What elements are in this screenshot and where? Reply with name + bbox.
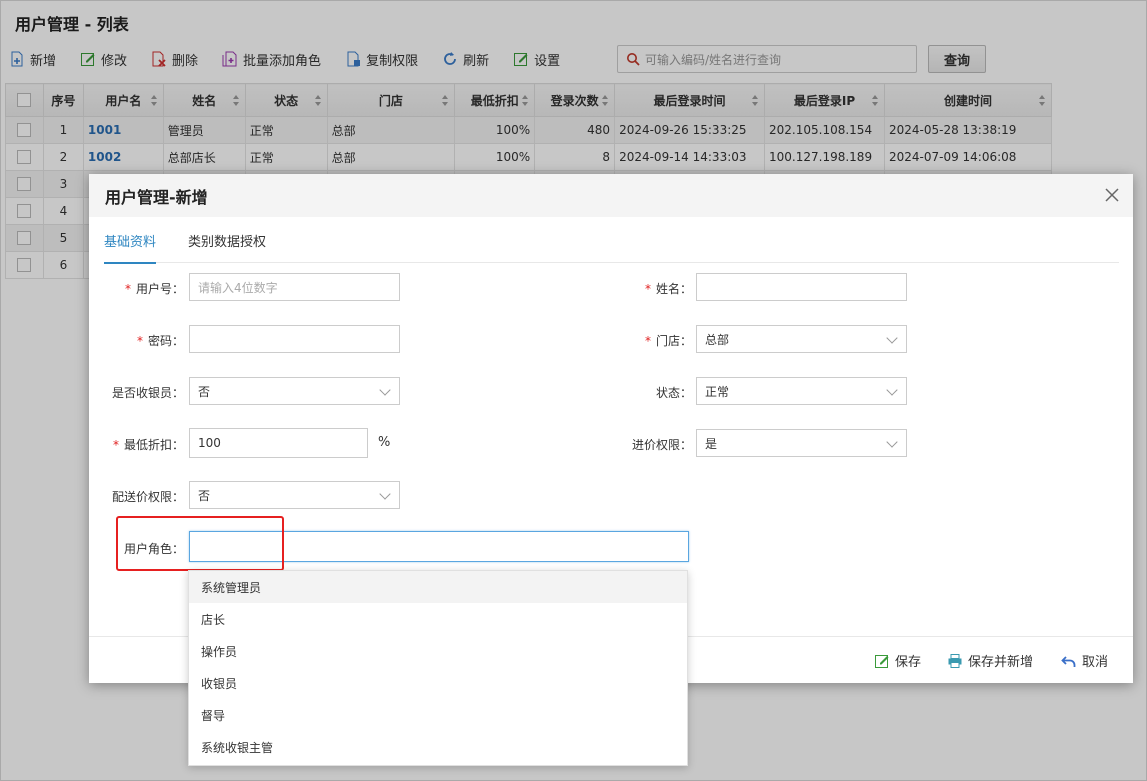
min-discount-label: * 最低折扣： <box>112 438 184 452</box>
dialog-title: 用户管理-新增 <box>105 187 208 207</box>
cancel-button[interactable]: 取消 <box>1061 651 1108 670</box>
save-button[interactable]: 保存 <box>874 651 921 670</box>
undo-icon <box>1061 655 1076 667</box>
role-option-supervisor[interactable]: 督导 <box>189 699 687 731</box>
chevron-down-icon <box>379 384 391 396</box>
password-input[interactable] <box>189 325 400 353</box>
password-label: * 密码： <box>136 334 184 348</box>
tab-basic-info[interactable]: 基础资料 <box>104 217 157 264</box>
status-select[interactable]: 正常 <box>696 377 907 405</box>
store-select[interactable]: 总部 <box>696 325 907 353</box>
role-option-operator[interactable]: 操作员 <box>189 635 687 667</box>
delivery-perm-label: 配送价权限： <box>111 490 184 504</box>
discount-unit: % <box>378 435 391 450</box>
role-option-store-manager[interactable]: 店长 <box>189 603 687 635</box>
name-input[interactable] <box>696 273 907 301</box>
save-and-new-button[interactable]: 保存并新增 <box>947 651 1033 670</box>
store-label: * 门店： <box>644 334 692 348</box>
dialog-tabs: 基础资料 类别数据授权 <box>104 217 1119 264</box>
close-icon[interactable] <box>1103 186 1121 204</box>
save-edit-icon <box>875 654 889 668</box>
chevron-down-icon <box>379 488 391 500</box>
role-option-cashier-supervisor[interactable]: 系统收银主管 <box>189 731 687 763</box>
user-role-label: 用户角色： <box>123 542 184 556</box>
role-option-system-admin[interactable]: 系统管理员 <box>189 571 687 603</box>
user-role-input[interactable] <box>189 531 689 562</box>
role-option-cashier[interactable]: 收银员 <box>189 667 687 699</box>
name-label: * 姓名： <box>644 282 692 296</box>
user-no-input[interactable]: 请输入4位数字 <box>189 273 400 301</box>
tab-category-auth[interactable]: 类别数据授权 <box>188 217 266 263</box>
user-role-dropdown: 系统管理员 店长 操作员 收银员 督导 系统收银主管 <box>188 570 688 766</box>
status-label: 状态： <box>655 386 692 400</box>
is-cashier-select[interactable]: 否 <box>189 377 400 405</box>
is-cashier-label: 是否收银员： <box>111 386 184 400</box>
min-discount-input[interactable]: 100 <box>189 428 368 458</box>
printer-icon <box>948 653 962 668</box>
chevron-down-icon <box>886 384 898 396</box>
delivery-perm-select[interactable]: 否 <box>189 481 400 509</box>
chevron-down-icon <box>886 332 898 344</box>
user-no-label: * 用户号： <box>124 282 184 296</box>
chevron-down-icon <box>886 436 898 448</box>
purchase-perm-select[interactable]: 是 <box>696 429 907 457</box>
purchase-perm-label: 进价权限： <box>631 438 692 452</box>
dialog-header: 用户管理-新增 <box>89 174 1133 217</box>
